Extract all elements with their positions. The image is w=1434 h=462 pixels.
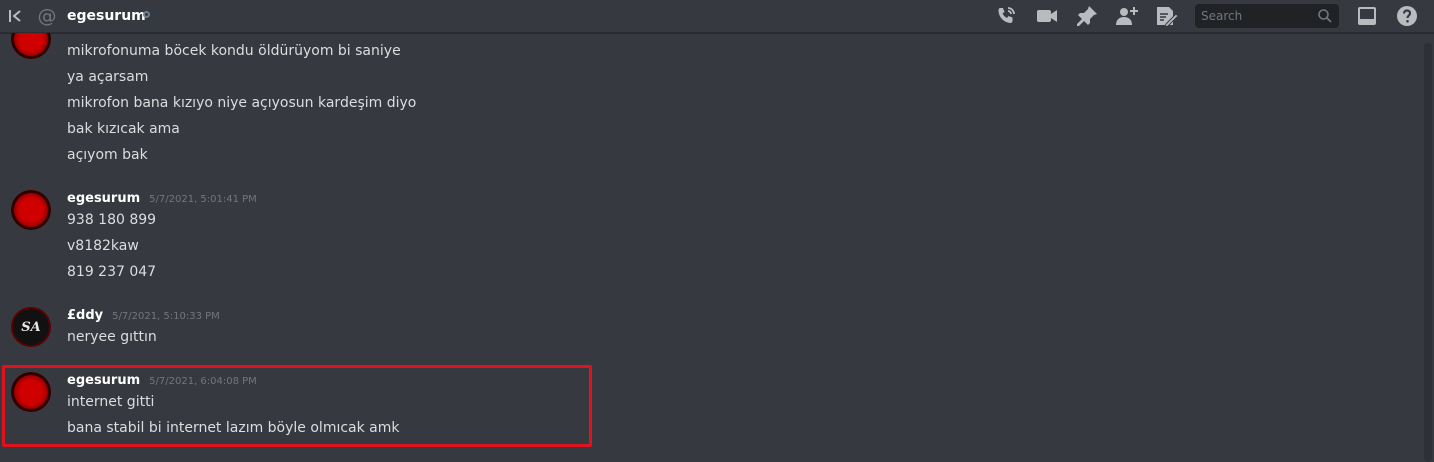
call-icon[interactable] bbox=[994, 4, 1018, 28]
inbox-icon[interactable] bbox=[1355, 4, 1379, 28]
message-text: mikrofon bana kızıyo niye açıyosun karde… bbox=[67, 95, 417, 111]
offline-status-icon bbox=[143, 11, 150, 18]
message-text: neryee gıttın bbox=[67, 329, 157, 345]
avatar[interactable] bbox=[11, 190, 51, 230]
avatar-label: SA bbox=[21, 319, 41, 335]
channel-header: @ egesurum bbox=[0, 0, 1434, 33]
message-list[interactable]: mikrofonuma böcek kondu öldürüyom bi san… bbox=[0, 33, 1420, 462]
help-icon[interactable] bbox=[1395, 4, 1419, 28]
message-header: £ddy 5/7/2021, 5:10:33 PM bbox=[67, 308, 220, 323]
message-text: 938 180 899 bbox=[67, 212, 157, 228]
highlight-box bbox=[2, 365, 592, 447]
message-text: mikrofonuma böcek kondu öldürüyom bi san… bbox=[67, 43, 401, 59]
add-friend-icon[interactable] bbox=[1115, 4, 1139, 28]
at-sign-icon: @ bbox=[37, 5, 57, 27]
search-input[interactable] bbox=[1201, 4, 1313, 28]
video-call-icon[interactable] bbox=[1035, 4, 1059, 28]
timestamp: 5/7/2021, 5:01:41 PM bbox=[149, 194, 257, 205]
avatar[interactable] bbox=[11, 33, 51, 59]
message-text: 819 237 047 bbox=[67, 264, 157, 280]
message-text: açıyom bak bbox=[67, 147, 148, 163]
message-text: v8182kaw bbox=[67, 238, 139, 254]
search-field[interactable] bbox=[1195, 4, 1339, 28]
collapse-sidebar-icon[interactable] bbox=[6, 0, 24, 32]
username[interactable]: £ddy bbox=[67, 308, 103, 323]
avatar[interactable]: SA bbox=[11, 307, 51, 347]
message-text: ya açarsam bbox=[67, 69, 149, 85]
username[interactable]: egesurum bbox=[67, 191, 140, 206]
scrollbar[interactable] bbox=[1420, 33, 1434, 462]
channel-title: egesurum bbox=[67, 8, 146, 24]
message-header: egesurum 5/7/2021, 5:01:41 PM bbox=[67, 191, 257, 206]
timestamp: 5/7/2021, 5:10:33 PM bbox=[112, 311, 220, 322]
pin-icon[interactable] bbox=[1075, 4, 1099, 28]
message-text: bak kızıcak ama bbox=[67, 121, 180, 137]
notes-icon[interactable] bbox=[1154, 4, 1179, 28]
search-icon bbox=[1318, 9, 1332, 23]
scrollbar-track[interactable] bbox=[1424, 43, 1432, 462]
